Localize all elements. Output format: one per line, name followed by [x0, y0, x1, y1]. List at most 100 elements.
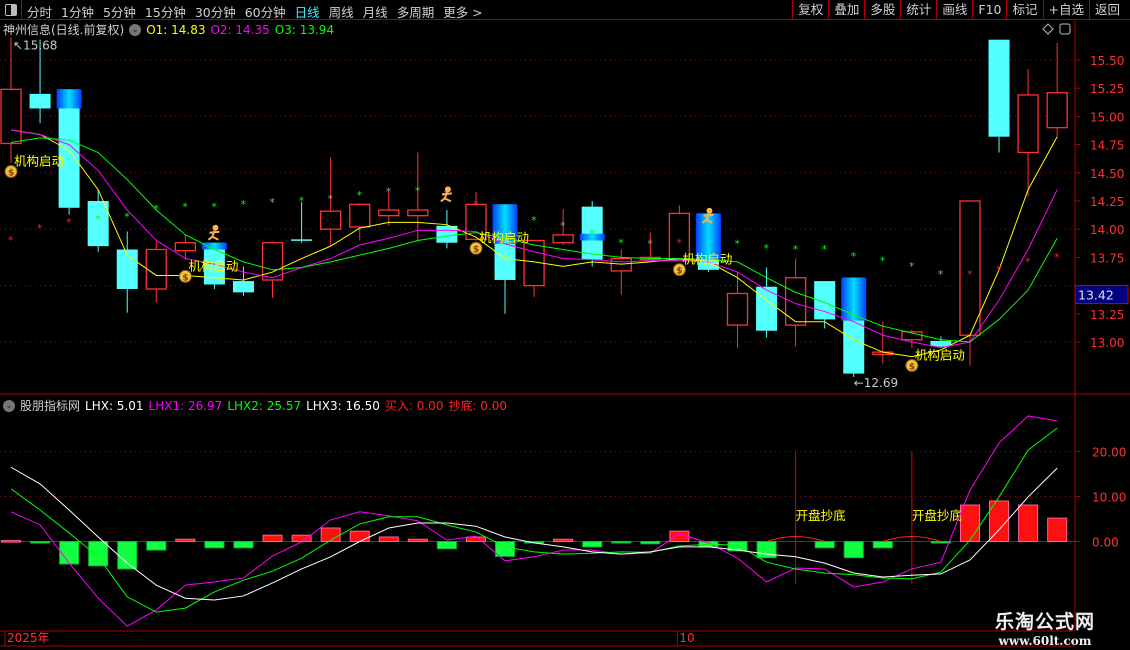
- star-marker: *: [793, 243, 799, 256]
- y-tick-label: 14.25: [1090, 195, 1124, 209]
- candle-body: [552, 234, 574, 244]
- histogram-bar: [59, 541, 80, 565]
- histogram-bar: [756, 541, 777, 559]
- candle: [436, 210, 458, 249]
- star-marker: *: [153, 203, 159, 216]
- star-marker: *: [1025, 256, 1031, 269]
- histogram-bar: [407, 538, 428, 542]
- dollar-glyph: $: [8, 169, 14, 179]
- candle: [523, 239, 545, 297]
- highlight-band: [56, 89, 82, 109]
- candle: [349, 203, 371, 241]
- y-tick-label: 14.75: [1090, 139, 1124, 153]
- histogram-bar: [611, 541, 632, 544]
- star-marker: *: [851, 250, 857, 263]
- candle-body: [1046, 92, 1068, 129]
- y-tick-label: 10.00: [1092, 491, 1126, 505]
- histogram-bar: [349, 530, 370, 543]
- histogram-bar: [814, 541, 835, 549]
- star-marker: *: [967, 268, 973, 281]
- histogram-bar: [30, 541, 51, 544]
- dollar-glyph: $: [909, 363, 915, 373]
- panel-toggle-icon: [1059, 23, 1071, 35]
- histogram-bar: [291, 534, 312, 543]
- candle: [116, 231, 138, 313]
- runner-head: [706, 207, 713, 214]
- candle-body: [0, 88, 22, 145]
- indicator-line-lhx3: [10, 466, 1058, 601]
- histogram-bar: [262, 534, 283, 543]
- watermark-name: 乐淘公式网: [995, 611, 1096, 633]
- histogram-bar: [146, 541, 167, 551]
- signal-label: 机构启动: [188, 258, 238, 273]
- diamond-icon: [1042, 23, 1054, 35]
- candle-body: [407, 209, 429, 217]
- star-marker: *: [676, 236, 682, 249]
- histogram-bar: [959, 504, 980, 542]
- star-marker: *: [8, 234, 14, 247]
- candle-body: [145, 248, 167, 290]
- signal-label: 机构启动: [915, 348, 965, 363]
- star-marker: *: [37, 222, 43, 235]
- ma-line-o2: [10, 129, 1058, 349]
- histogram-bar: [640, 541, 661, 545]
- runner-body: [207, 230, 220, 241]
- candle-body: [726, 292, 749, 326]
- star-marker: *: [328, 192, 334, 205]
- candle-body: [320, 210, 342, 230]
- star-marker: *: [1054, 251, 1060, 264]
- histogram-bar: [843, 541, 864, 559]
- star-marker: *: [124, 211, 130, 224]
- star-marker: *: [95, 213, 101, 226]
- star-marker: *: [647, 238, 653, 251]
- histogram-bar: [436, 541, 457, 550]
- candle: [145, 241, 167, 303]
- histogram-bar: [1, 540, 21, 543]
- star-marker: *: [996, 264, 1002, 277]
- candle-body: [174, 242, 197, 252]
- star-marker: *: [589, 227, 595, 240]
- candle-body: [784, 277, 807, 326]
- y-tick-label: 13.75: [1090, 251, 1124, 265]
- star-marker: *: [240, 198, 246, 211]
- y-tick-label: 13.00: [1090, 336, 1124, 350]
- y-tick-label: 14.00: [1090, 223, 1124, 237]
- histogram-bar: [582, 541, 603, 548]
- y-tick-label: 20.00: [1092, 446, 1126, 460]
- chart-canvas[interactable]: 15.50 15.25 15.00 14.75 14.50 14.25 14.00 13.75…: [0, 0, 1130, 650]
- signal: $机构启动: [905, 348, 965, 373]
- star-marker: *: [909, 260, 915, 273]
- y-tick-label: 14.50: [1090, 167, 1124, 181]
- low-price-label: ←12.69: [854, 376, 898, 390]
- signal-label: 机构启动: [14, 154, 64, 169]
- high-price-label: ↖15.68: [13, 39, 57, 53]
- candle-body: [232, 281, 254, 293]
- signal: $机构启动: [4, 154, 64, 179]
- candle-body: [291, 239, 313, 241]
- runner-body: [440, 192, 452, 203]
- runner-icon: [440, 186, 452, 203]
- candle-body: [1017, 94, 1039, 154]
- candle-body: [29, 93, 51, 109]
- star-marker: *: [764, 242, 770, 255]
- star-marker: *: [880, 255, 886, 268]
- star-marker: *: [357, 189, 363, 202]
- star-marker: *: [270, 196, 276, 209]
- watermark: 乐淘公式网 www.60lt.com: [995, 607, 1095, 648]
- histogram-bar: [872, 541, 893, 549]
- runner-head: [444, 186, 451, 193]
- histogram-bar: [204, 541, 225, 549]
- star-marker: *: [822, 243, 828, 256]
- event-label: 开盘抄底: [912, 508, 962, 523]
- star-marker: *: [299, 195, 305, 208]
- histogram-bar: [378, 536, 399, 542]
- histogram-bar: [175, 538, 196, 542]
- candle: [784, 258, 807, 347]
- watermark-url: www.60lt.com: [998, 634, 1092, 648]
- histogram-bar: [1047, 517, 1068, 542]
- time-label: 10: [679, 631, 694, 645]
- histogram-bar: [465, 536, 486, 542]
- star-marker: *: [735, 238, 741, 251]
- indicator-line-lhx1: [10, 415, 1058, 627]
- star-marker: *: [182, 200, 188, 213]
